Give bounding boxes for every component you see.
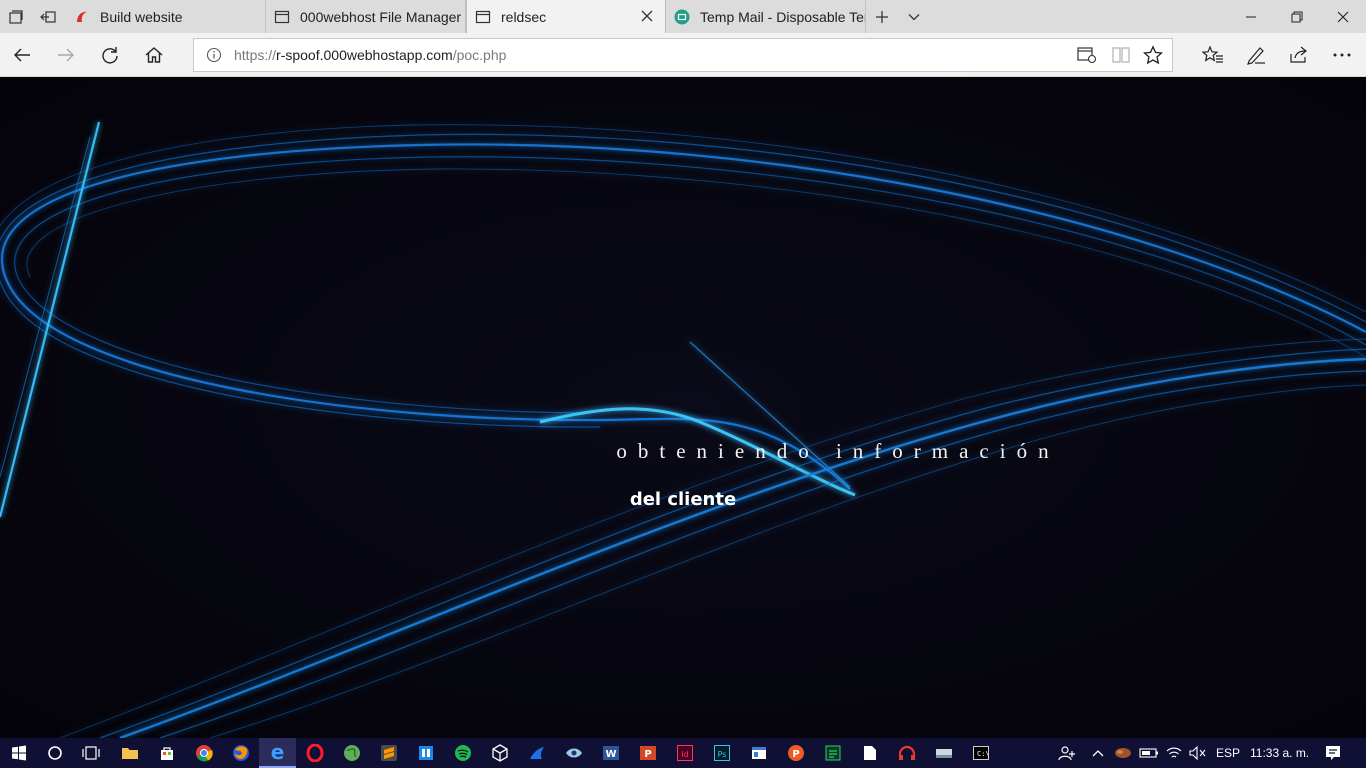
headset-app-icon[interactable] (888, 738, 925, 768)
tab-file-manager[interactable]: 000webhost File Manager (266, 0, 466, 33)
restore-icon[interactable] (1274, 0, 1320, 33)
word-icon[interactable]: W (592, 738, 629, 768)
file-explorer-icon[interactable] (111, 738, 148, 768)
page-icon (274, 9, 290, 25)
windows-taskbar: e W P Id Ps P C:\ ESP 11:33 a. m. (0, 738, 1366, 768)
cmd-icon[interactable]: C:\ (962, 738, 999, 768)
tempmail-logo-icon (674, 9, 690, 25)
svg-text:W: W (605, 749, 616, 760)
share-icon[interactable] (1277, 33, 1321, 77)
tab-set-aside-icon[interactable] (0, 0, 32, 33)
battery-icon[interactable] (1136, 738, 1162, 768)
000webhost-logo-icon (74, 9, 90, 25)
tab-title: Temp Mail - Disposable Ten (700, 8, 866, 25)
minimize-icon[interactable] (1228, 0, 1274, 33)
tray-app-icon[interactable] (1110, 738, 1136, 768)
chrome-icon[interactable] (185, 738, 222, 768)
photoshop-icon[interactable]: Ps (703, 738, 740, 768)
web-note-pen-icon[interactable] (1234, 33, 1278, 77)
cortana-search-icon[interactable] (36, 738, 73, 768)
edge-icon[interactable]: e (259, 738, 296, 768)
back-icon[interactable] (0, 33, 44, 77)
svg-text:C:\: C:\ (977, 750, 989, 758)
input-language-indicator[interactable]: ESP (1216, 738, 1240, 768)
powerpoint-icon[interactable]: P (629, 738, 666, 768)
tab-preview-chevron-icon[interactable] (898, 0, 930, 33)
eye-app-icon[interactable] (555, 738, 592, 768)
loading-subheading: del cliente (629, 489, 737, 510)
document-icon[interactable] (851, 738, 888, 768)
page-icon (475, 9, 491, 25)
url-text[interactable]: https://r-spoof.000webhostapp.com/poc.ph… (234, 47, 506, 63)
tab-build-website[interactable]: Build website (66, 0, 266, 33)
page-content: obteniendo información del cliente (0, 77, 1366, 738)
indesign-icon[interactable]: Id (666, 738, 703, 768)
wifi-icon[interactable] (1162, 738, 1186, 768)
add-notes-icon[interactable] (1070, 39, 1104, 71)
refresh-icon[interactable] (88, 33, 132, 77)
volume-muted-icon[interactable] (1186, 738, 1210, 768)
more-options-icon[interactable] (1320, 33, 1364, 77)
forward-icon[interactable] (44, 33, 88, 77)
sublime-text-icon[interactable] (370, 738, 407, 768)
opera-icon[interactable] (296, 738, 333, 768)
store-icon[interactable] (148, 738, 185, 768)
shark-app-icon[interactable] (518, 738, 555, 768)
action-center-icon[interactable] (1316, 738, 1350, 768)
people-icon[interactable] (1052, 738, 1082, 768)
postman-icon[interactable]: P (777, 738, 814, 768)
tab-reldsec[interactable]: reldsec (466, 0, 666, 33)
svg-text:P: P (792, 749, 799, 760)
svg-text:Ps: Ps (717, 750, 726, 759)
loading-heading: obteniendo información (616, 439, 1060, 463)
windows-start-icon[interactable] (0, 738, 37, 768)
close-tab-icon[interactable] (639, 8, 655, 24)
favorites-hub-icon[interactable] (1191, 33, 1235, 77)
virtualbox-icon[interactable] (481, 738, 518, 768)
tab-temp-mail[interactable]: Temp Mail - Disposable Ten (666, 0, 866, 33)
spotify-icon[interactable] (444, 738, 481, 768)
task-view-icon[interactable] (72, 738, 109, 768)
firefox-icon[interactable] (222, 738, 259, 768)
reading-view-icon[interactable] (1104, 39, 1138, 71)
close-window-icon[interactable] (1320, 0, 1366, 33)
site-info-icon[interactable] (194, 39, 234, 71)
tab-title: Build website (100, 8, 183, 25)
drive-icon[interactable] (925, 738, 962, 768)
tab-title: 000webhost File Manager (300, 8, 462, 25)
window-app-icon[interactable] (740, 738, 777, 768)
favorite-star-icon[interactable] (1136, 39, 1170, 71)
tab-title: reldsec (501, 8, 547, 25)
navigation-bar: https://r-spoof.000webhostapp.com/poc.ph… (0, 33, 1366, 77)
remote-desktop-icon[interactable] (407, 738, 444, 768)
show-hidden-icons-chevron-icon[interactable] (1086, 738, 1110, 768)
abstract-light-swirl-background (0, 77, 1366, 738)
home-icon[interactable] (132, 33, 176, 77)
terminal-app-icon[interactable] (814, 738, 851, 768)
address-bar[interactable]: https://r-spoof.000webhostapp.com/poc.ph… (193, 38, 1173, 72)
svg-text:P: P (644, 749, 651, 760)
show-aside-tabs-icon[interactable] (32, 0, 64, 33)
new-tab-icon[interactable] (866, 0, 898, 33)
globe-app-icon[interactable] (333, 738, 370, 768)
tab-strip: Build website 000webhost File Manager re… (0, 0, 1366, 33)
clock[interactable]: 11:33 a. m. (1250, 738, 1309, 768)
svg-text:Id: Id (681, 750, 688, 759)
